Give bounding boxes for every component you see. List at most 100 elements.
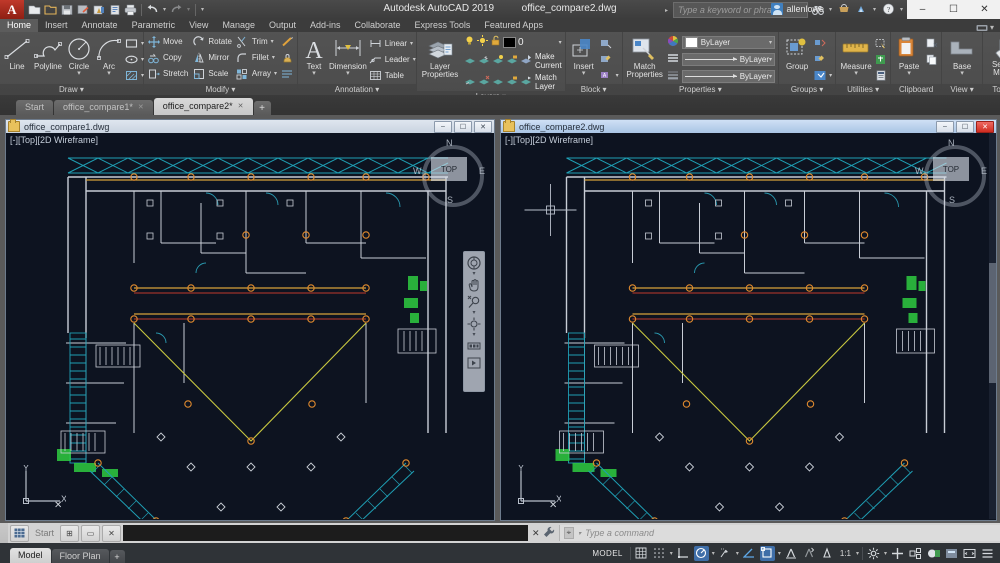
layer-color-swatch[interactable] (503, 37, 516, 48)
paste-dropdown-icon[interactable]: ▾ (907, 72, 911, 75)
layer-merge-icon[interactable] (464, 75, 476, 89)
polar-dropdown-icon[interactable]: ▾ (712, 550, 715, 557)
viewcube-top-face[interactable]: TOP (431, 157, 467, 181)
snap-mode-icon[interactable] (652, 546, 667, 561)
cloud-dropdown-icon[interactable]: ▾ (871, 6, 878, 13)
viewport-2-vertical-scrollbar[interactable] (989, 133, 996, 519)
fillet-dropdown-icon[interactable]: ▾ (272, 54, 275, 61)
modify-array-button[interactable]: Array ▾ (236, 66, 277, 81)
lineweight-dropdown-icon[interactable]: ▾ (769, 73, 772, 80)
tab-view[interactable]: View (182, 19, 215, 32)
viewcube-west-label[interactable]: W (413, 166, 422, 176)
match-layer-label[interactable]: Match Layer (535, 73, 562, 91)
workspace-switch-icon[interactable] (866, 546, 881, 561)
help-icon[interactable]: ? (881, 2, 895, 16)
layer-off-icon[interactable] (492, 54, 504, 68)
layout-tab-floor-plan[interactable]: Floor Plan (52, 549, 109, 563)
steering-wheel-dropdown-icon[interactable]: ▾ (472, 272, 475, 276)
expand-screen-icon[interactable] (962, 546, 977, 561)
viewcube-2-west-label[interactable]: W (915, 166, 924, 176)
linear-dropdown-icon[interactable]: ▾ (410, 40, 413, 47)
drawing-window-1[interactable]: office_compare1.dwg – ☐ ✕ [-][Top][2D Wi… (5, 119, 495, 521)
lightbulb-icon[interactable] (464, 35, 475, 49)
lineweight-display-icon[interactable] (784, 546, 799, 561)
close-button[interactable]: ✕ (969, 0, 1000, 19)
modify-copy-button[interactable]: Copy (147, 50, 188, 65)
arc-dropdown-icon[interactable]: ▾ (107, 72, 111, 75)
array-dropdown-icon[interactable]: ▾ (274, 70, 277, 77)
layer-lock-2-icon[interactable] (506, 75, 518, 89)
panel-annotation-title[interactable]: Annotation ▾ (298, 84, 416, 95)
paste-button[interactable]: Paste ▾ (894, 34, 924, 75)
layer-list-dropdown-icon[interactable]: ▾ (559, 39, 562, 46)
dimension-dropdown-icon[interactable]: ▾ (346, 72, 350, 75)
layer-walk-icon[interactable] (492, 75, 504, 89)
modify-explode-button[interactable] (281, 34, 294, 49)
panel-modify-title[interactable]: Modify ▾ (144, 84, 297, 95)
tab-add-ins[interactable]: Add-ins (303, 19, 348, 32)
minimize-button[interactable]: – (907, 0, 938, 19)
modify-rotate-button[interactable]: Rotate (192, 34, 232, 49)
zoom-extents-icon[interactable] (466, 294, 482, 310)
transparency-icon[interactable] (802, 546, 817, 561)
draw-hatch-button[interactable]: ▾ (125, 68, 144, 83)
workspace-dropdown-icon[interactable]: ▾ (884, 550, 887, 557)
modify-mirror-button[interactable]: Mirror (192, 50, 232, 65)
linetype-combo[interactable]: ByLayer ▾ (682, 53, 775, 66)
unlock-icon[interactable] (490, 35, 501, 49)
make-current-label[interactable]: Make Current (535, 52, 562, 70)
lineweight-combo[interactable]: ByLayer ▾ (682, 70, 775, 83)
maximize-button[interactable]: ☐ (938, 0, 969, 19)
group-selection-button[interactable]: ▾ (813, 68, 832, 83)
base-view-button[interactable]: Base ▾ (945, 34, 979, 75)
save-icon[interactable] (59, 2, 74, 17)
text-dropdown-icon[interactable]: ▾ (312, 72, 316, 75)
command-line-grip[interactable] (0, 523, 8, 543)
close-icon[interactable]: ✕ (238, 98, 244, 115)
plot-preview-icon[interactable] (91, 2, 106, 17)
tab-insert[interactable]: Insert (38, 19, 75, 32)
annotation-scale-dropdown-icon[interactable]: ▾ (856, 550, 859, 557)
draw-rectangle-button[interactable]: ▾ (125, 36, 144, 51)
layer-properties-button[interactable]: LayerProperties (420, 34, 460, 79)
edit-attributes-button[interactable]: A ▾ (600, 68, 619, 83)
close-icon[interactable]: ✕ (532, 528, 540, 539)
file-tab-office-compare2[interactable]: office_compare2*✕ (154, 98, 253, 115)
viewport-1-label[interactable]: [-][Top][2D Wireframe] (10, 135, 98, 145)
viewport-1[interactable]: [-][Top][2D Wireframe] (6, 133, 494, 519)
object-snap-icon[interactable] (760, 546, 775, 561)
panel-groups-title[interactable]: Groups ▾ (779, 84, 835, 95)
cut-button[interactable] (925, 36, 938, 51)
file-tab-office-compare1[interactable]: office_compare1*✕ (54, 100, 153, 115)
close-icon[interactable]: ✕ (138, 100, 144, 115)
insert-dropdown-icon[interactable]: ▾ (582, 72, 586, 75)
viewcube-2-top-face[interactable]: TOP (933, 157, 969, 181)
annotation-leader-button[interactable]: Leader ▾ (369, 52, 416, 67)
drawing-window-2[interactable]: office_compare2.dwg – ☐ ✕ [-][Top][2D Wi… (500, 119, 997, 521)
modify-offset-button[interactable] (281, 66, 294, 81)
tab-output[interactable]: Output (262, 19, 303, 32)
command-dock-icon[interactable]: ⊞ (60, 525, 79, 542)
make-current-icon[interactable] (520, 54, 533, 68)
modify-fillet-button[interactable]: Fillet ▾ (236, 50, 277, 65)
create-block-button[interactable] (600, 36, 619, 51)
new-icon[interactable] (27, 2, 42, 17)
group-edit-button[interactable] (813, 52, 832, 67)
annotation-scale-label[interactable]: 1:1 (838, 546, 853, 561)
redo-dropdown-icon[interactable]: ▾ (185, 6, 192, 13)
viewcube[interactable]: TOP N E S W (418, 141, 480, 203)
groups-dropdown-icon[interactable]: ▾ (829, 72, 832, 79)
layer-isolate-icon[interactable] (464, 54, 476, 68)
viewcube-2[interactable]: TOP N E S W (920, 141, 982, 203)
tab-collaborate[interactable]: Collaborate (348, 19, 408, 32)
new-layout-button[interactable]: + (110, 550, 125, 563)
cloud-icon[interactable] (854, 2, 868, 16)
annotation-dimension-button[interactable]: Dimension ▾ (329, 34, 367, 75)
draw-arc-button[interactable]: Arc ▾ (95, 34, 123, 75)
viewport-2[interactable]: [-][Top][2D Wireframe] (501, 133, 996, 519)
annotation-linear-button[interactable]: Linear ▾ (369, 36, 416, 51)
viewcube-east-label[interactable]: E (479, 166, 485, 176)
save-as-icon[interactable] (75, 2, 90, 17)
annotation-text-button[interactable]: A Text ▾ (301, 34, 327, 75)
showmotion-play-icon[interactable] (466, 355, 482, 371)
